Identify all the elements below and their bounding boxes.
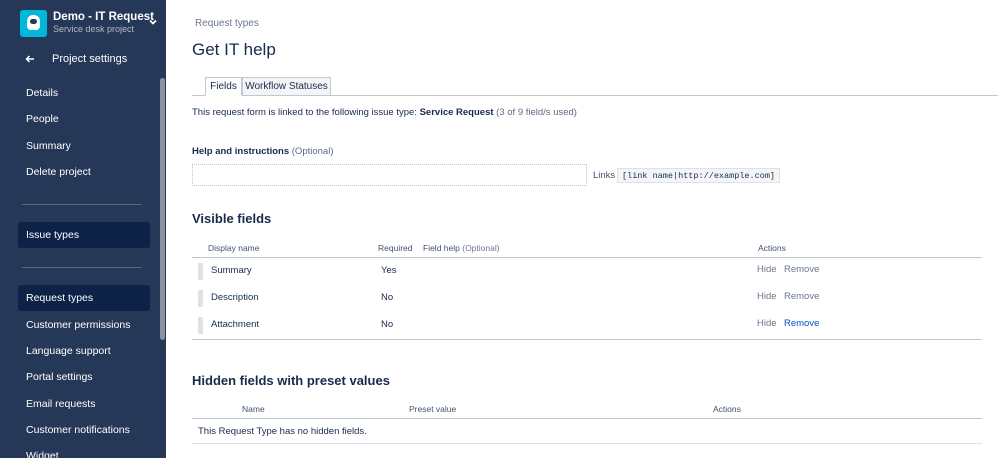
sidebar-item-email-requests[interactable]: Email requests bbox=[18, 391, 150, 417]
sidebar-item-customer-permissions[interactable]: Customer permissions bbox=[18, 312, 150, 338]
field-name: Attachment bbox=[211, 319, 260, 330]
help-instructions-label: Help and instructions (Optional) bbox=[192, 146, 333, 157]
help-label-text: Help and instructions bbox=[192, 146, 290, 157]
project-switcher[interactable]: Demo - IT Request Service desk project bbox=[20, 9, 160, 37]
sidebar-item-language-support[interactable]: Language support bbox=[18, 338, 150, 364]
col-field-help: Field help (Optional) bbox=[423, 243, 500, 253]
col-actions: Actions bbox=[758, 243, 786, 253]
col-actions: Actions bbox=[713, 404, 741, 414]
col-field-help-optional: (Optional) bbox=[462, 243, 500, 253]
field-required[interactable]: No bbox=[381, 319, 393, 330]
project-avatar-icon bbox=[20, 9, 47, 37]
remove-link[interactable]: Remove bbox=[784, 264, 819, 275]
chevron-down-icon[interactable] bbox=[148, 17, 158, 27]
links-label: Links bbox=[593, 170, 616, 181]
table-row: Attachment No Hide Remove bbox=[192, 312, 982, 338]
sidebar-item-portal-settings[interactable]: Portal settings bbox=[18, 364, 150, 390]
sidebar-scrollbar[interactable] bbox=[160, 78, 165, 340]
remove-link[interactable]: Remove bbox=[784, 318, 819, 329]
linked-prefix: This request form is linked to the follo… bbox=[192, 107, 417, 118]
sidebar-item-details[interactable]: Details bbox=[18, 80, 150, 106]
col-required: Required bbox=[378, 243, 413, 253]
help-instructions-input[interactable] bbox=[192, 164, 587, 186]
field-name: Description bbox=[211, 292, 259, 303]
hidden-fields-title: Hidden fields with preset values bbox=[192, 373, 390, 388]
linked-issue-type-text: This request form is linked to the follo… bbox=[192, 107, 577, 118]
field-required[interactable]: No bbox=[381, 292, 393, 303]
col-name: Name bbox=[242, 404, 265, 414]
main-content: Request types Get IT help Fields Workflo… bbox=[166, 0, 998, 458]
sidebar-item-summary[interactable]: Summary bbox=[18, 133, 150, 159]
drag-handle-icon[interactable] bbox=[198, 290, 203, 307]
fields-used-count: (3 of 9 field/s used) bbox=[496, 107, 577, 118]
no-hidden-fields-message: This Request Type has no hidden fields. bbox=[198, 426, 367, 437]
project-name: Demo - IT Request bbox=[53, 10, 154, 23]
tab-workflow-statuses[interactable]: Workflow Statuses bbox=[242, 77, 331, 96]
table-row: Summary Yes Hide Remove bbox=[192, 258, 982, 284]
breadcrumb[interactable]: Request types bbox=[195, 18, 259, 29]
remove-link[interactable]: Remove bbox=[784, 291, 819, 302]
drag-handle-icon[interactable] bbox=[198, 263, 203, 280]
sidebar-divider bbox=[22, 204, 142, 205]
hide-link[interactable]: Hide bbox=[757, 264, 777, 275]
drag-handle-icon[interactable] bbox=[198, 317, 203, 334]
col-field-help-label: Field help bbox=[423, 243, 460, 253]
back-label: Project settings bbox=[52, 53, 128, 65]
tab-fields[interactable]: Fields bbox=[205, 77, 242, 96]
field-name: Summary bbox=[211, 265, 252, 276]
table-bottom-line bbox=[192, 339, 982, 340]
field-required[interactable]: Yes bbox=[381, 265, 397, 276]
help-optional: (Optional) bbox=[291, 146, 334, 157]
sidebar-item-delete-project[interactable]: Delete project bbox=[18, 159, 150, 185]
sidebar-item-customer-notifications[interactable]: Customer notifications bbox=[18, 417, 150, 443]
arrow-left-icon bbox=[25, 55, 34, 63]
col-preset-value: Preset value bbox=[409, 404, 457, 414]
hide-link[interactable]: Hide bbox=[757, 318, 777, 329]
col-display-name: Display name bbox=[208, 243, 260, 253]
sidebar-divider bbox=[22, 267, 142, 268]
table-row: Description No Hide Remove bbox=[192, 285, 982, 311]
back-to-project-settings[interactable]: Project settings bbox=[25, 51, 127, 67]
sidebar-item-people[interactable]: People bbox=[18, 106, 150, 132]
linked-issue-type: Service Request bbox=[419, 107, 494, 118]
visible-fields-title: Visible fields bbox=[192, 211, 272, 226]
sidebar-item-widget[interactable]: Widget bbox=[18, 443, 150, 458]
sidebar-item-request-types[interactable]: Request types bbox=[18, 285, 150, 311]
table-bottom-line bbox=[192, 443, 982, 444]
project-type: Service desk project bbox=[53, 24, 135, 35]
table-header-line bbox=[192, 418, 982, 419]
hide-link[interactable]: Hide bbox=[757, 291, 777, 302]
sidebar: Demo - IT Request Service desk project P… bbox=[0, 0, 166, 458]
links-syntax: [link name|http://example.com] bbox=[617, 168, 781, 183]
sidebar-item-issue-types[interactable]: Issue types bbox=[18, 222, 150, 248]
page-title: Get IT help bbox=[192, 40, 276, 59]
